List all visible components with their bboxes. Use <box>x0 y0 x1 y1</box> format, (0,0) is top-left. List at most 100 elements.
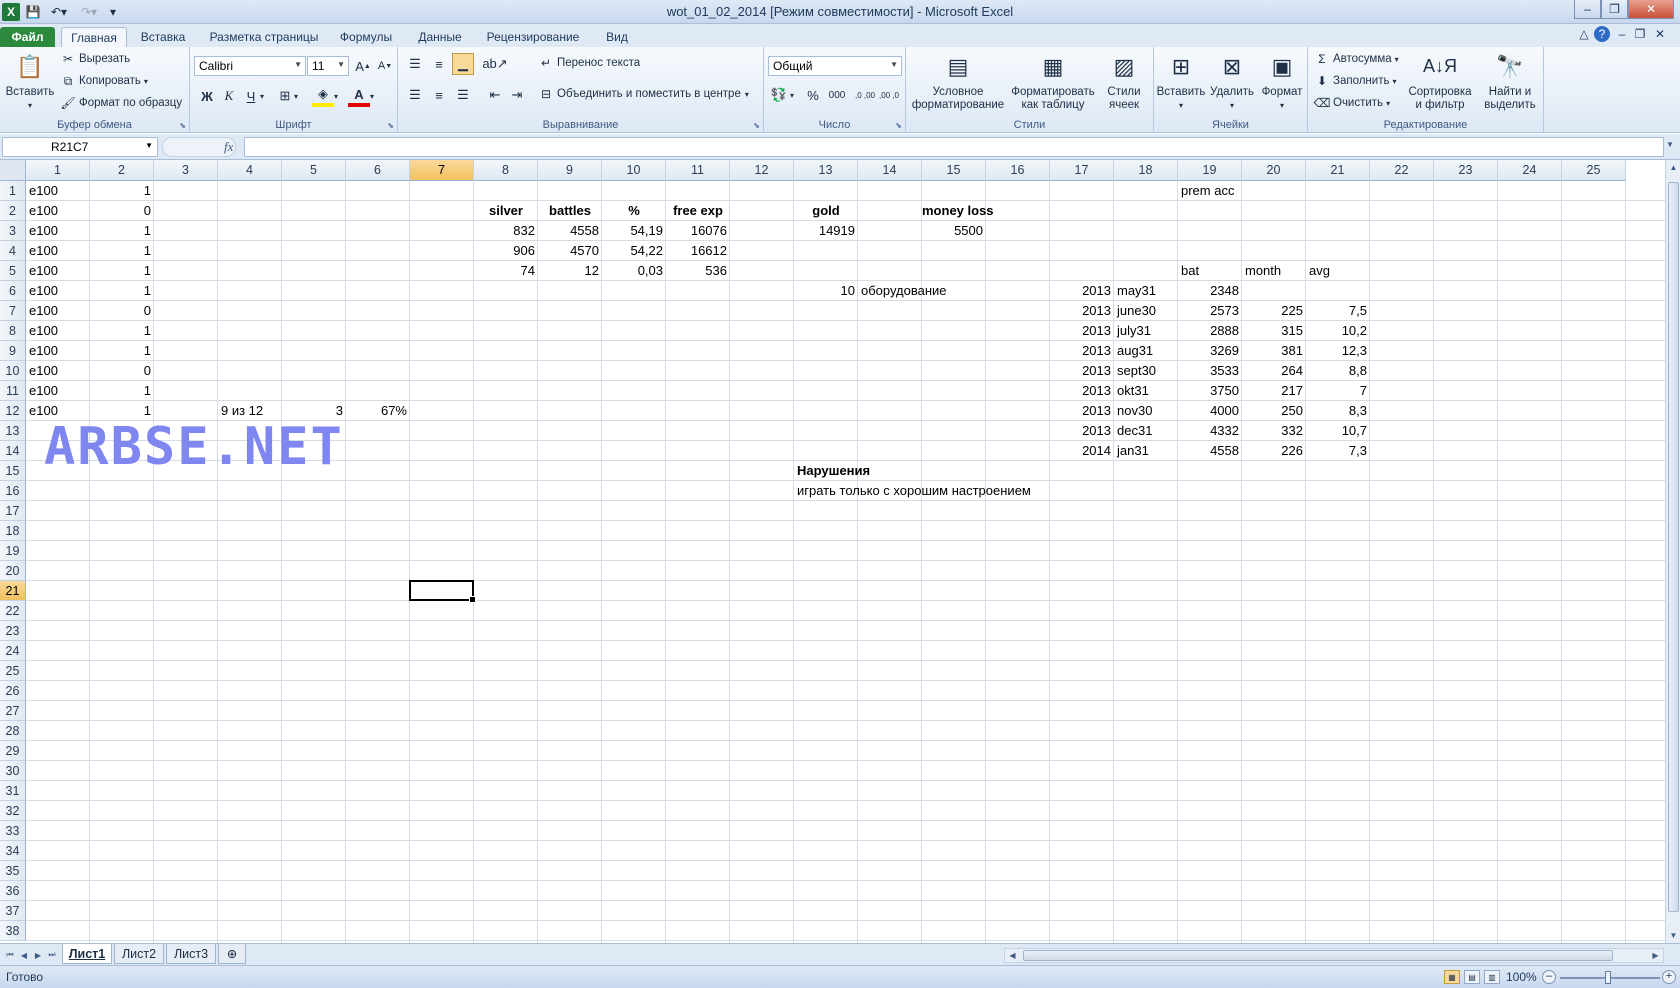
align-bottom-icon[interactable]: ▁ <box>452 53 474 75</box>
cell[interactable]: prem acc <box>1178 181 1242 201</box>
cell[interactable]: 16612 <box>666 241 730 261</box>
cell[interactable]: 2014 <box>1050 441 1114 461</box>
thousands-button[interactable]: 000 <box>824 84 850 106</box>
find-select-button[interactable]: 🔭 Найти и выделить <box>1478 50 1542 112</box>
cell[interactable]: 2013 <box>1050 401 1114 421</box>
cell[interactable]: 54,22 <box>602 241 666 261</box>
scroll-up-icon[interactable]: ▲ <box>1666 160 1680 175</box>
column-header[interactable]: 13 <box>794 160 858 181</box>
sheet-tab-1[interactable]: Лист1 <box>62 944 112 964</box>
row-header[interactable]: 29 <box>0 741 26 761</box>
column-header[interactable]: 22 <box>1370 160 1434 181</box>
italic-button[interactable]: К <box>218 85 240 107</box>
cell[interactable]: 250 <box>1242 401 1306 421</box>
cell[interactable]: 2013 <box>1050 361 1114 381</box>
cell[interactable]: month <box>1242 261 1306 281</box>
cell[interactable]: 226 <box>1242 441 1306 461</box>
cell[interactable]: avg <box>1306 261 1370 281</box>
row-header[interactable]: 5 <box>0 261 26 281</box>
tab-data[interactable]: Данные <box>409 27 471 47</box>
cell[interactable]: 0 <box>90 201 154 221</box>
column-header[interactable]: 23 <box>1434 160 1498 181</box>
row-header[interactable]: 16 <box>0 481 26 501</box>
column-header[interactable]: 3 <box>154 160 218 181</box>
scroll-right-icon[interactable]: ▶ <box>1648 949 1663 962</box>
column-header[interactable]: 7 <box>410 160 474 181</box>
cell[interactable]: e100 <box>26 221 90 241</box>
wrap-text-button[interactable]: ↵ Перенос текста <box>538 55 640 71</box>
autosum-button[interactable]: Σ Автосумма ▾ <box>1314 51 1398 67</box>
column-header[interactable]: 5 <box>282 160 346 181</box>
cell[interactable]: e100 <box>26 281 90 301</box>
row-header[interactable]: 9 <box>0 341 26 361</box>
cell[interactable]: 7,5 <box>1306 301 1370 321</box>
cell[interactable]: 832 <box>474 221 538 241</box>
cell[interactable]: jan31 <box>1114 441 1178 461</box>
column-header[interactable]: 24 <box>1498 160 1562 181</box>
cell[interactable]: 12 <box>538 261 602 281</box>
zoom-slider-thumb[interactable] <box>1605 971 1611 984</box>
tab-page-layout[interactable]: Разметка страницы <box>204 27 324 47</box>
row-header[interactable]: 20 <box>0 561 26 581</box>
fill-button[interactable]: ⬇ Заполнить ▾ <box>1314 73 1397 89</box>
column-header[interactable]: 6 <box>346 160 410 181</box>
cell[interactable]: 8,8 <box>1306 361 1370 381</box>
row-header[interactable]: 28 <box>0 721 26 741</box>
column-header[interactable]: 14 <box>858 160 922 181</box>
help-icon[interactable]: ? <box>1594 26 1610 42</box>
cell[interactable]: 3533 <box>1178 361 1242 381</box>
vertical-scroll-thumb[interactable] <box>1668 182 1679 912</box>
copy-button[interactable]: ⧉ Копировать ▾ <box>60 73 148 89</box>
cell[interactable]: e100 <box>26 341 90 361</box>
cell[interactable]: 1 <box>90 221 154 241</box>
column-header[interactable]: 20 <box>1242 160 1306 181</box>
column-header[interactable]: 8 <box>474 160 538 181</box>
shrink-font-button[interactable]: A ▼ <box>374 55 396 77</box>
cell[interactable]: bat <box>1178 261 1242 281</box>
cell[interactable]: 2013 <box>1050 281 1114 301</box>
align-middle-icon[interactable]: ≡ <box>428 53 450 75</box>
merge-center-button[interactable]: ⊟ Объединить и поместить в центре ▾ <box>538 86 749 102</box>
cell[interactable]: 4000 <box>1178 401 1242 421</box>
cell[interactable]: 4570 <box>538 241 602 261</box>
orientation-icon[interactable]: ab↗ <box>482 53 507 75</box>
cell[interactable]: 906 <box>474 241 538 261</box>
workbook-minimize-icon[interactable]: – <box>1614 26 1630 42</box>
cell[interactable]: 4558 <box>1178 441 1242 461</box>
align-center-icon[interactable]: ≡ <box>428 84 450 106</box>
tab-formulas[interactable]: Формулы <box>336 27 396 47</box>
first-sheet-icon[interactable]: ⏮ <box>4 948 16 962</box>
cut-button[interactable]: ✂ Вырезать <box>60 51 130 67</box>
cell[interactable]: free exp <box>666 201 730 221</box>
row-header[interactable]: 18 <box>0 521 26 541</box>
cell[interactable]: 536 <box>666 261 730 281</box>
decrease-indent-icon[interactable]: ⇤ <box>484 84 506 106</box>
select-all-corner[interactable] <box>0 160 26 181</box>
vertical-scrollbar[interactable]: ▲ ▼ <box>1665 160 1680 943</box>
bold-button[interactable]: Ж <box>196 85 218 107</box>
column-header[interactable]: 15 <box>922 160 986 181</box>
dialog-launcher-icon[interactable]: ⬊ <box>179 121 186 130</box>
column-header[interactable]: 17 <box>1050 160 1114 181</box>
align-left-icon[interactable]: ☰ <box>404 84 426 106</box>
last-sheet-icon[interactable]: ⏭ <box>46 948 58 962</box>
conditional-formatting-button[interactable]: ▤ Условное форматирование <box>908 50 1008 112</box>
cell[interactable]: 1 <box>90 181 154 201</box>
cell[interactable]: 7 <box>1306 381 1370 401</box>
cell[interactable]: 217 <box>1242 381 1306 401</box>
format-as-table-button[interactable]: ▦ Форматировать как таблицу <box>1010 50 1096 112</box>
cell[interactable]: 315 <box>1242 321 1306 341</box>
insert-sheet-icon[interactable]: ⊕ <box>218 944 246 964</box>
cell[interactable]: Нарушения <box>794 461 870 481</box>
cell[interactable]: 4332 <box>1178 421 1242 441</box>
cell[interactable]: gold <box>794 201 858 221</box>
cell[interactable]: battles <box>538 201 602 221</box>
cell[interactable]: 5500 <box>922 221 986 241</box>
zoom-in-icon[interactable]: + <box>1662 970 1676 984</box>
chevron-down-icon[interactable]: ▾ <box>786 84 798 106</box>
cell[interactable]: e100 <box>26 321 90 341</box>
cell[interactable]: 12,3 <box>1306 341 1370 361</box>
format-cells-button[interactable]: ▣ Формат ▾ <box>1258 50 1306 112</box>
percent-button[interactable]: % <box>802 84 824 106</box>
column-header[interactable]: 25 <box>1562 160 1626 181</box>
